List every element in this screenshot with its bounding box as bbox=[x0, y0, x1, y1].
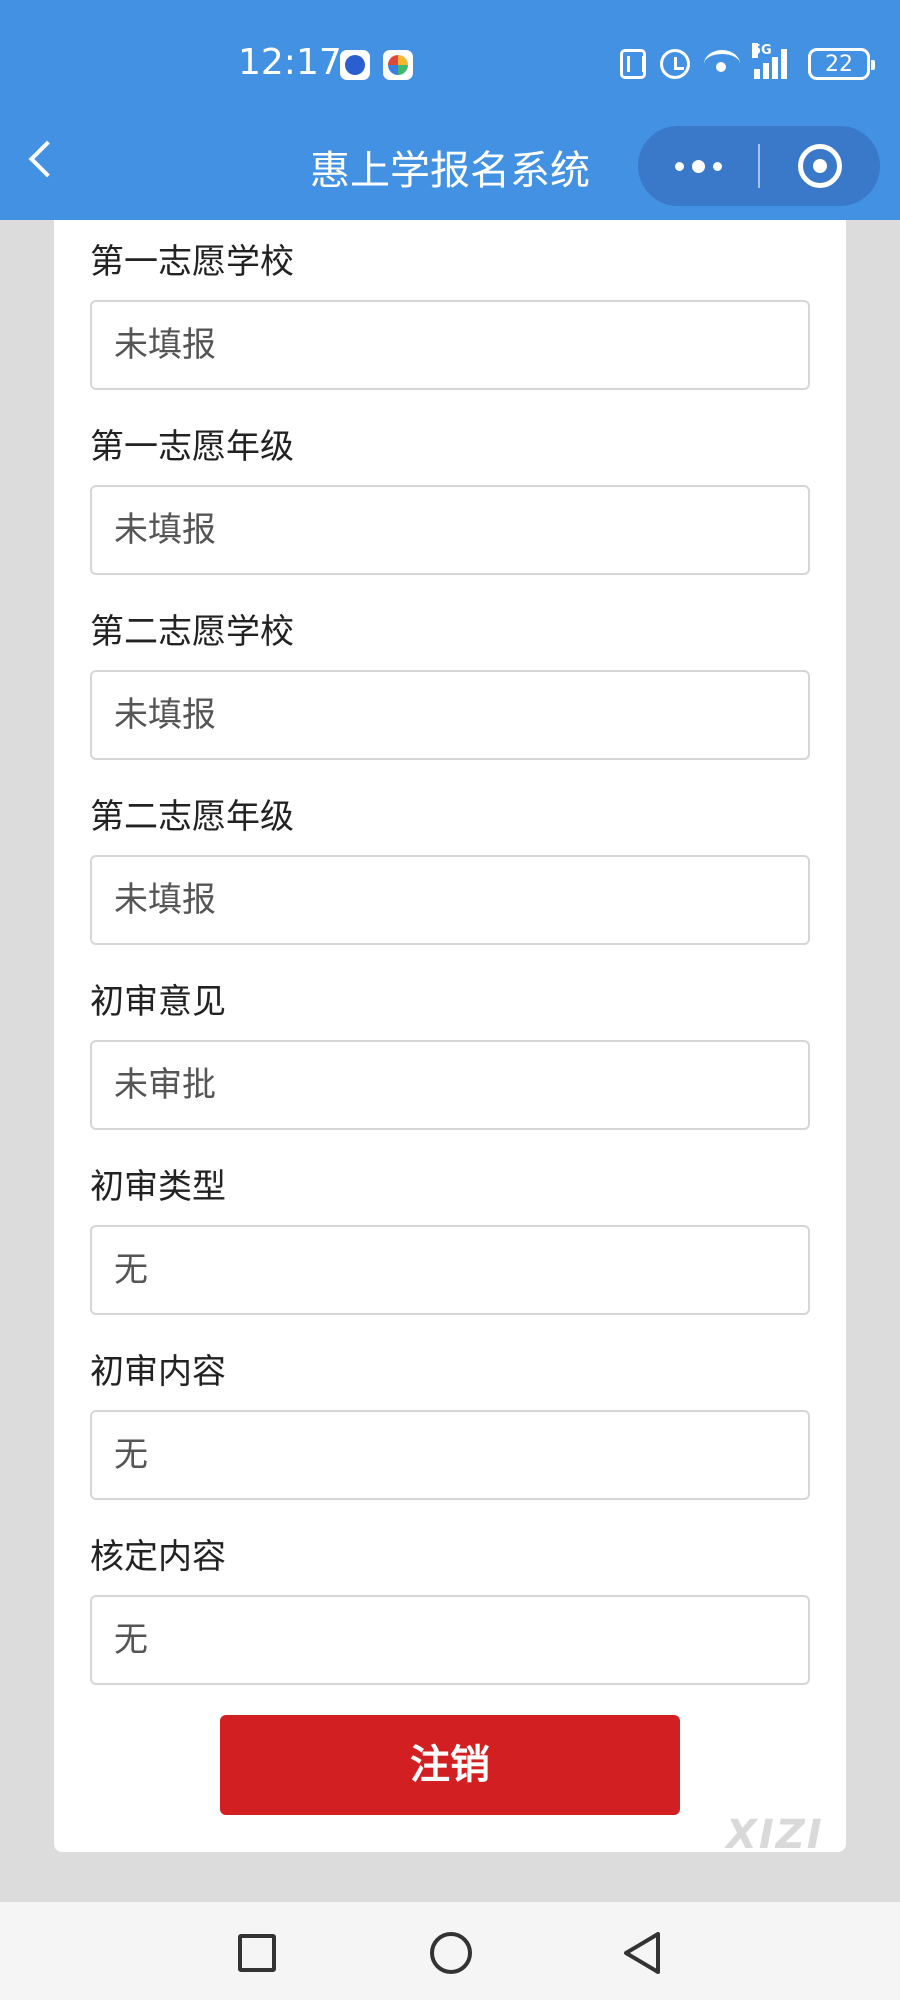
signal-icon: 5G bbox=[752, 43, 794, 79]
field-label: 第二志愿年级 bbox=[90, 797, 294, 837]
field-value[interactable]: 未填报 bbox=[90, 300, 810, 390]
home-circle-icon[interactable] bbox=[430, 1932, 472, 1974]
top-app-bar: 12:17 5G 22 惠上学报名系统 bbox=[0, 0, 900, 220]
recents-square-icon[interactable] bbox=[238, 1934, 276, 1972]
field-label: 第一志愿年级 bbox=[90, 427, 294, 467]
field-first-choice-grade: 第一志愿年级 未填报 bbox=[90, 423, 810, 575]
field-value[interactable]: 未填报 bbox=[90, 670, 810, 760]
logout-button[interactable]: 注销 bbox=[220, 1715, 680, 1815]
more-button[interactable] bbox=[638, 126, 758, 206]
status-time: 12:17 bbox=[238, 42, 342, 83]
field-label: 初审意见 bbox=[90, 982, 226, 1022]
status-icons: 5G 22 bbox=[620, 43, 875, 84]
nfc-icon bbox=[620, 49, 646, 79]
field-value[interactable]: 未审批 bbox=[90, 1040, 810, 1130]
close-mini-program-icon bbox=[798, 144, 842, 188]
more-icon-center bbox=[691, 159, 705, 173]
field-label: 核定内容 bbox=[90, 1537, 226, 1577]
field-second-choice-school: 第二志愿学校 未填报 bbox=[90, 608, 810, 760]
form-card: 第一志愿学校 未填报 第一志愿年级 未填报 第二志愿学校 未填报 第二志愿年级 … bbox=[54, 220, 846, 1852]
app-notification-icon bbox=[340, 50, 370, 80]
battery-icon: 22 bbox=[808, 48, 875, 80]
field-value[interactable]: 未填报 bbox=[90, 855, 810, 945]
field-initial-review-opinion: 初审意见 未审批 bbox=[90, 978, 810, 1130]
field-label: 第一志愿学校 bbox=[90, 242, 294, 282]
mini-program-capsule bbox=[638, 126, 880, 206]
field-initial-review-type: 初审类型 无 bbox=[90, 1163, 810, 1315]
app-notification-icon-2 bbox=[383, 50, 413, 80]
field-value[interactable]: 无 bbox=[90, 1410, 810, 1500]
close-mini-program-button[interactable] bbox=[760, 126, 880, 206]
alarm-icon bbox=[660, 49, 690, 79]
watermark: XIZI bbox=[726, 1812, 824, 1858]
more-icon bbox=[674, 161, 684, 171]
field-second-choice-grade: 第二志愿年级 未填报 bbox=[90, 793, 810, 945]
field-value[interactable]: 无 bbox=[90, 1225, 810, 1315]
network-type: 5G bbox=[752, 43, 772, 58]
field-value[interactable]: 未填报 bbox=[90, 485, 810, 575]
wifi-icon bbox=[704, 50, 740, 78]
field-label: 初审类型 bbox=[90, 1167, 226, 1207]
field-label: 初审内容 bbox=[90, 1352, 226, 1392]
back-triangle-icon[interactable] bbox=[620, 1930, 666, 1976]
more-icon-right bbox=[712, 161, 722, 171]
field-value[interactable]: 无 bbox=[90, 1595, 810, 1685]
field-approved-content: 核定内容 无 bbox=[90, 1533, 810, 1685]
field-first-choice-school: 第一志愿学校 未填报 bbox=[90, 238, 810, 390]
field-initial-review-content: 初审内容 无 bbox=[90, 1348, 810, 1500]
system-nav-bar bbox=[0, 1902, 900, 2000]
field-label: 第二志愿学校 bbox=[90, 612, 294, 652]
